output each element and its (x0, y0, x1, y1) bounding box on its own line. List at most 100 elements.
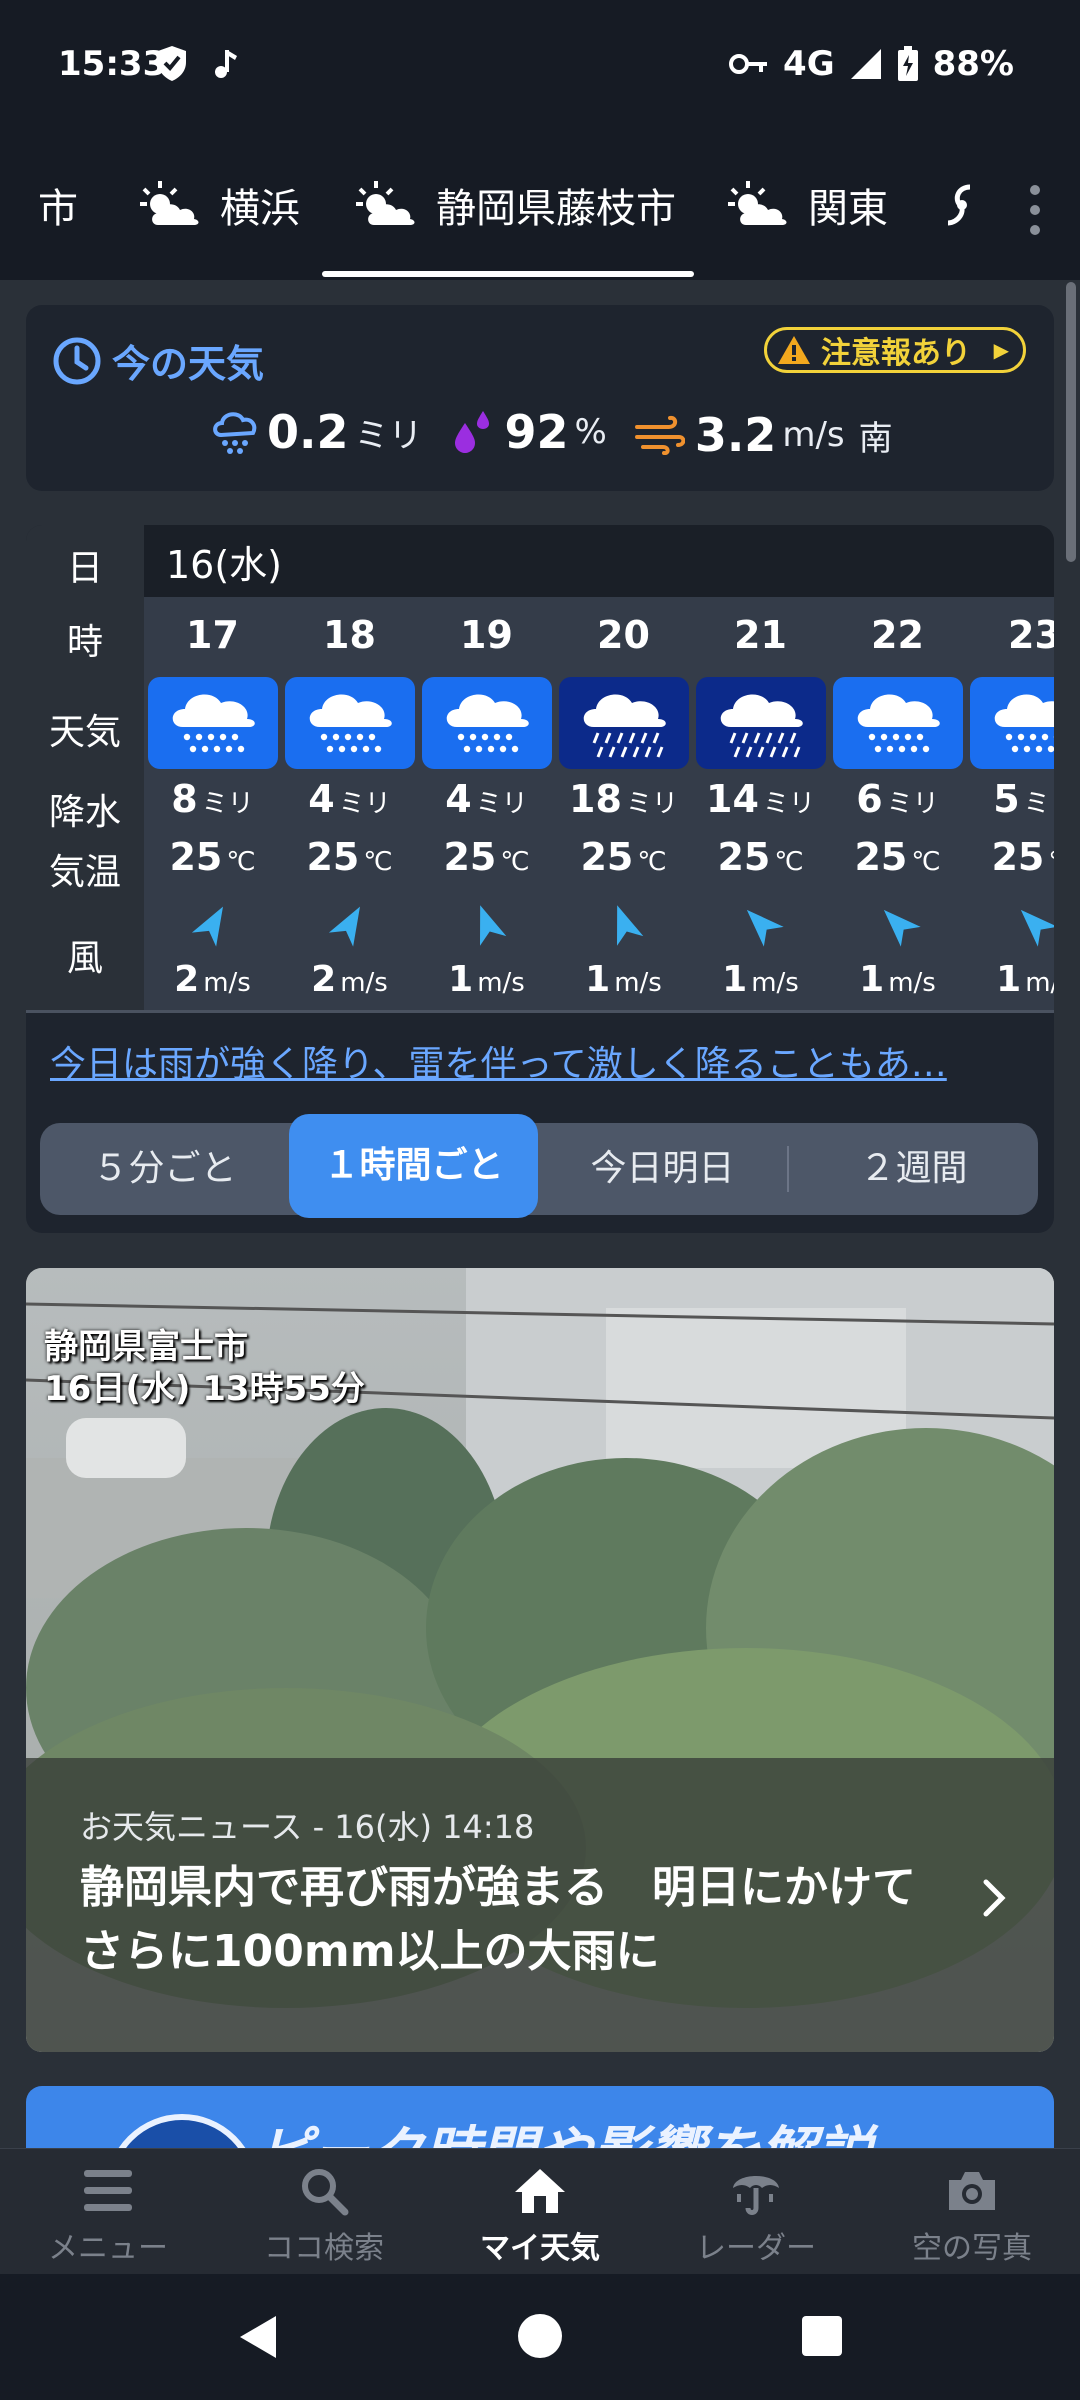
wind-speed-value: 2 (311, 959, 337, 1000)
partly-cloudy-icon (728, 181, 787, 225)
location-tab-label: 市 (38, 186, 78, 232)
precip-cell: 14 ミリ (692, 777, 829, 821)
temp-unit: ℃ (911, 847, 941, 877)
nav-label: 空の写真 (912, 2231, 1032, 2266)
precip-metric: 0.2 ミリ (211, 405, 423, 459)
news-meta: お天気ニュース - 16(水) 14:18 (80, 1808, 535, 1846)
system-navigation-bar (0, 2274, 1080, 2400)
nav-search[interactable]: ココ検索 (216, 2149, 432, 2275)
news-overlay: お天気ニュース - 16(水) 14:18 静岡県内で再び雨が強まる 明日にかけ… (26, 1758, 1054, 2052)
nav-label: レーダー (696, 2231, 816, 2266)
hour-column: 17 8 ミリ 25 ℃ 2 m/s (144, 597, 281, 1010)
precip-cell: 4 ミリ (281, 777, 418, 821)
location-tab-partial[interactable] (944, 135, 976, 275)
hour-column: 23 5ミリ 25℃ 1m/s (966, 597, 1054, 1010)
alert-button[interactable]: 注意報あり ▶ (764, 327, 1026, 373)
segment-2weeks[interactable]: ２週間 (789, 1123, 1038, 1215)
photo-caption: 静岡県富士市 16日(水) 13時55分 (44, 1326, 365, 1410)
location-tab-kanto[interactable]: 関東 (728, 135, 888, 275)
precip-unit: ミリ (625, 789, 678, 819)
hour-column: 19 4 ミリ 25 ℃ 1 m/s (418, 597, 555, 1010)
news-card[interactable]: 静岡県富士市 16日(水) 13時55分 お天気ニュース - 16(水) 14:… (26, 1268, 1054, 2052)
date-label: 16(水) (166, 542, 283, 587)
wind-speed-unit: m/s (340, 968, 388, 998)
row-label-wind: 風 (66, 938, 103, 979)
precip-value: 4 (308, 777, 335, 821)
segment-1hour[interactable]: １時間ごと (289, 1114, 538, 1218)
partly-cloudy-icon (140, 181, 199, 225)
row-label-day: 日 (66, 548, 103, 589)
row-label-weather: 天気 (48, 712, 121, 753)
temp-unit: ℃ (500, 847, 530, 877)
battery-icon (897, 46, 918, 81)
precip-unit: ミリ (475, 789, 528, 819)
wind-metric: 3.2 m/s 南 (634, 408, 893, 462)
precip-value: 14 (706, 777, 759, 821)
wind-direction-arrow-icon (418, 899, 555, 949)
hour-column: 22 6 ミリ 25 ℃ 1 m/s (829, 597, 966, 1010)
wind-direction-arrow-icon (692, 899, 829, 949)
home-button-icon[interactable] (516, 2312, 564, 2360)
hour-column: 21 14 ミリ 25 ℃ 1 m/s (692, 597, 829, 1010)
location-tab-label: 横浜 (220, 186, 300, 232)
wind-speed-unit: m/s (751, 968, 799, 998)
temp-cell: 25℃ (692, 835, 829, 879)
temp-value: 25 (443, 835, 497, 879)
scrollbar[interactable] (1066, 282, 1076, 562)
wind-unit: m/s (782, 415, 845, 455)
wind-direction-arrow-icon (966, 899, 1054, 949)
hour-label: 18 (323, 613, 376, 657)
news-title: 静岡県内で再び雨が強まる 明日にかけてさらに100mm以上の大雨に (80, 1862, 916, 1977)
vpn-key-icon (729, 54, 768, 74)
hour-column: 20 18 ミリ 25 ℃ 1 m/s (555, 597, 692, 1010)
segment-today-tomorrow[interactable]: 今日明日 (538, 1123, 787, 1215)
temp-unit: ℃ (1048, 847, 1054, 877)
precip-value: 5 (993, 777, 1020, 821)
chevron-right-icon: ▶ (993, 338, 1009, 362)
wind-speed-cell: 1m/s (829, 959, 966, 1000)
nav-sky-photos[interactable]: 空の写真 (864, 2149, 1080, 2275)
precip-unit: ミリ (354, 415, 423, 456)
wind-direction-arrow-icon (555, 899, 692, 949)
recents-icon[interactable] (800, 2314, 844, 2358)
nav-menu[interactable]: メニュー (0, 2149, 216, 2275)
temp-cell: 25℃ (555, 835, 692, 879)
wind-speed-unit: m/s (203, 968, 251, 998)
more-options-icon[interactable] (1030, 185, 1040, 235)
rain-icon (970, 677, 1054, 769)
hour-label: 23 (1008, 613, 1054, 657)
current-metrics: 0.2 ミリ 92 % 3.2 m/s 南 (211, 405, 921, 462)
precip-unit: ミリ (338, 789, 391, 819)
nav-my-weather[interactable]: マイ天気 (432, 2149, 648, 2275)
music-note-icon (215, 50, 237, 78)
heavy-rain-icon (696, 677, 826, 769)
location-tab-0[interactable]: 市 (38, 135, 78, 275)
status-bar: 15:33 4G 88% (0, 0, 1080, 135)
photo-time: 16日(水) 13時55分 (44, 1369, 365, 1409)
temp-value: 25 (991, 835, 1045, 879)
segment-5min[interactable]: ５分ごと (40, 1123, 289, 1215)
hour-label: 22 (871, 613, 924, 657)
location-tab-fujieda[interactable]: 静岡県藤枝市 (356, 135, 676, 275)
forecast-summary-link[interactable]: 今日は雨が強く降り、雷を伴って激しく降ることもあ… (50, 1035, 1040, 1087)
location-tabs: 市 横浜 静岡県藤枝市 関東 (0, 135, 1080, 280)
wind-speed-cell: 2 m/s (281, 959, 418, 1000)
wind-value: 3.2 (694, 408, 777, 462)
back-icon[interactable] (236, 2312, 280, 2362)
location-tab-yokohama[interactable]: 横浜 (140, 135, 300, 275)
precip-unit: ミリ (201, 789, 254, 819)
active-tab-indicator (322, 271, 694, 277)
home-icon (515, 2169, 565, 2213)
nav-radar[interactable]: レーダー (648, 2149, 864, 2275)
precip-cell: 6 ミリ (829, 777, 966, 821)
temp-cell: 25℃ (966, 835, 1054, 879)
menu-icon (84, 2170, 132, 2211)
hourly-grid[interactable]: 17 8 ミリ 25 ℃ 2 m/s 18 4 ミリ 25 ℃ 2 m/s 19 4 ミリ 25 ℃ 1 m/s 20 18… (144, 597, 1054, 1010)
precip-cell: 5ミリ (966, 777, 1054, 821)
humidity-drops-icon (454, 411, 489, 453)
rain-cloud-icon (213, 412, 257, 454)
wind-direction-arrow-icon (281, 899, 418, 949)
wind-direction-arrow-icon (829, 899, 966, 949)
rain-icon (148, 677, 278, 769)
interval-segmented-control: ５分ごと １時間ごと 今日明日 ２週間 (40, 1114, 1038, 1218)
